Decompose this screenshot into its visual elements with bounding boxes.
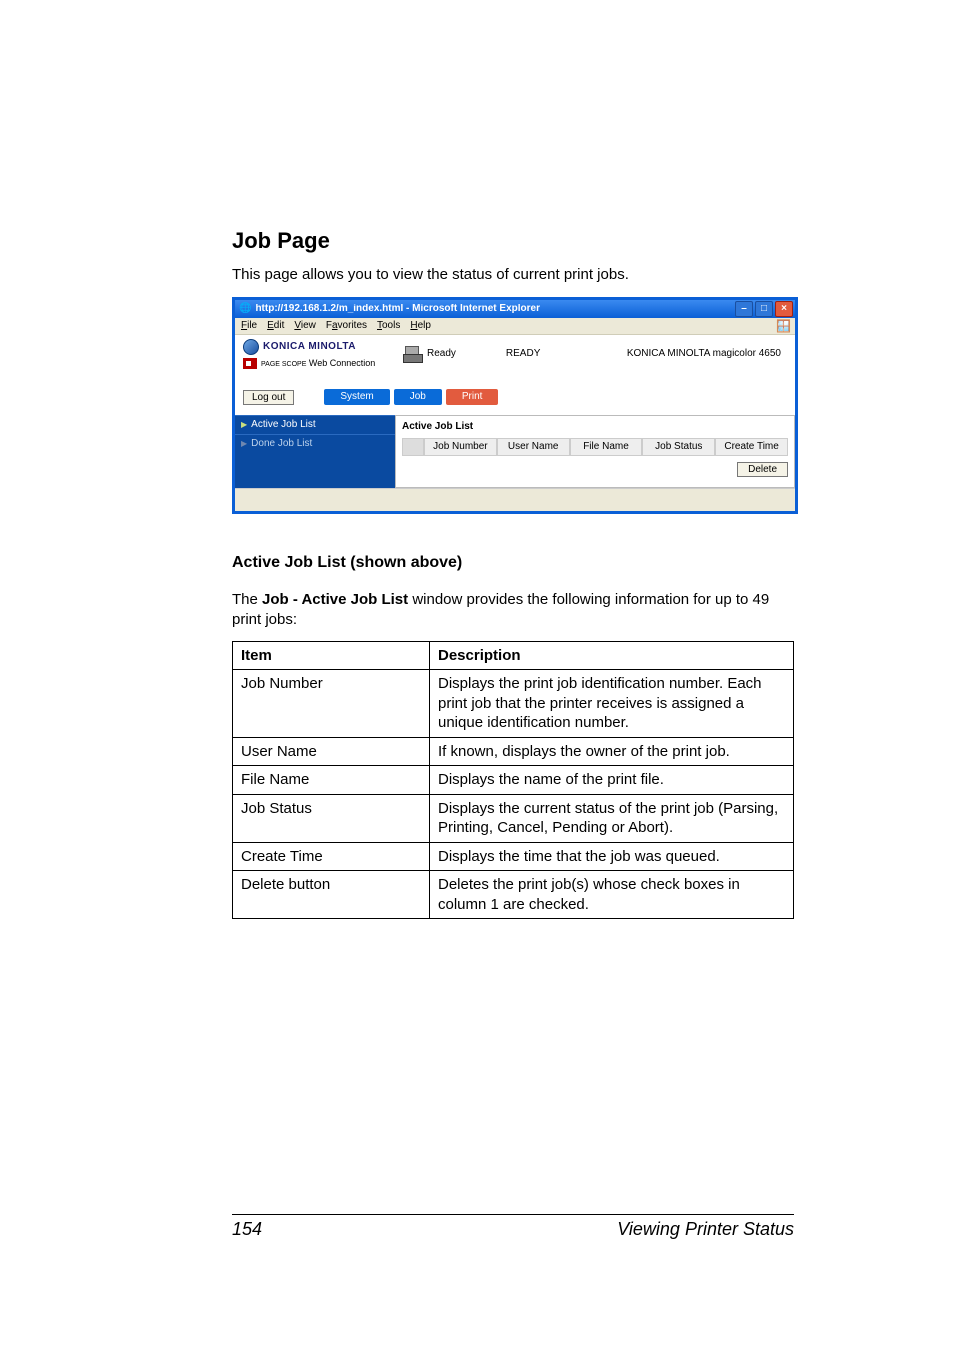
page-number: 154 [232,1219,262,1240]
sidebar-item-done[interactable]: ▶ Done Job List [235,434,395,453]
pagescope-icon [243,358,257,369]
menu-favorites[interactable]: Favorites [326,321,367,331]
table-row: Job NumberDisplays the print job identif… [233,670,794,738]
triangle-icon: ▶ [241,421,247,429]
menu-view[interactable]: View [294,321,316,331]
main-panel: Active Job List Job Number User Name Fil… [395,415,795,488]
tab-print[interactable]: Print [446,389,499,405]
menu-edit[interactable]: Edit [267,321,284,331]
model-label: KONICA MINOLTA magicolor 4650 [627,349,787,359]
maximize-icon[interactable]: □ [755,301,773,317]
brand-block: KONICA MINOLTA PAGE SCOPE Web Connection [243,339,403,369]
menu-bar: File Edit View Favorites Tools Help 🪟 [235,318,795,335]
tab-system[interactable]: System [324,389,389,405]
table-row: User NameIf known, displays the owner of… [233,737,794,766]
panel-title: Active Job List [402,422,788,432]
col-job-status: Job Status [642,438,715,456]
table-row: File NameDisplays the name of the print … [233,766,794,795]
tab-job[interactable]: Job [394,389,442,405]
item-description-table: Item Description Job NumberDisplays the … [232,641,794,920]
table-row: Create TimeDisplays the time that the jo… [233,842,794,871]
page-footer: 154 Viewing Printer Status [232,1214,794,1240]
th-description: Description [430,641,794,670]
menu-file[interactable]: File [241,321,257,331]
sidebar-active-label: Active Job List [251,420,315,430]
footer-title: Viewing Printer Status [617,1219,794,1240]
th-item: Item [233,641,430,670]
brand-name: KONICA MINOLTA [263,342,356,352]
table-row: Delete buttonDeletes the print job(s) wh… [233,871,794,919]
window-titlebar: 🌐 http://192.168.1.2/m_index.html - Micr… [235,300,795,318]
windows-logo-icon: 🪟 [776,320,791,332]
window-title: http://192.168.1.2/m_index.html - Micros… [255,304,735,314]
sidebar-done-label: Done Job List [251,439,312,449]
table-row: Job StatusDisplays the current status of… [233,794,794,842]
status-ready-text: READY [506,349,540,359]
window-statusbar [235,488,795,511]
delete-button[interactable]: Delete [737,462,788,477]
intro-text: This page allows you to view the status … [232,266,794,283]
col-file-name: File Name [570,438,643,456]
menu-help[interactable]: Help [410,321,431,331]
status-ready-label: Ready [427,349,456,359]
embedded-screenshot: 🌐 http://192.168.1.2/m_index.html - Micr… [232,297,798,514]
col-job-number: Job Number [424,438,497,456]
ie-icon: 🌐 [239,304,251,314]
paragraph-description: The Job - Active Job List window provide… [232,590,794,631]
brand-sub: PAGE SCOPE Web Connection [261,359,375,368]
col-check [402,438,424,456]
triangle-icon: ▶ [241,440,247,448]
heading-active-list: Active Job List (shown above) [232,554,794,572]
menu-tools[interactable]: Tools [377,321,400,331]
logout-button[interactable]: Log out [243,390,294,405]
minimize-icon[interactable]: – [735,301,753,317]
close-icon[interactable]: × [775,301,793,317]
sidebar-item-active[interactable]: ▶ Active Job List [235,415,395,434]
col-create-time: Create Time [715,438,788,456]
printer-icon [403,346,423,362]
globe-icon [243,339,259,355]
col-user-name: User Name [497,438,570,456]
sidebar: ▶ Active Job List ▶ Done Job List [235,415,395,488]
heading-job-page: Job Page [232,228,794,254]
job-table-header: Job Number User Name File Name Job Statu… [402,438,788,456]
